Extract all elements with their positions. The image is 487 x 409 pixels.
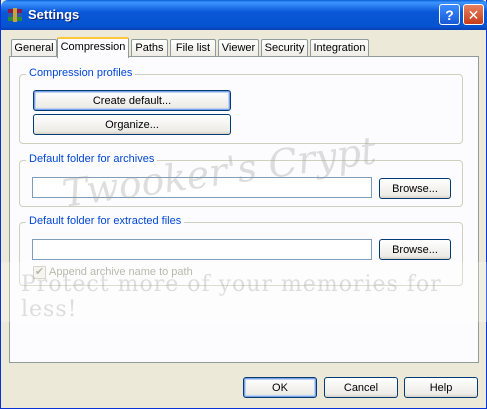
cancel-button[interactable]: Cancel <box>324 377 398 398</box>
help-title-button[interactable]: ? <box>439 4 460 25</box>
window-title: Settings <box>28 7 80 22</box>
close-button[interactable]: ✕ <box>463 4 484 25</box>
extract-browse-button[interactable]: Browse... <box>379 239 451 260</box>
checkmark-icon: ✔ <box>34 266 45 278</box>
tab-compression[interactable]: Compression <box>57 37 129 58</box>
archives-browse-button[interactable]: Browse... <box>379 178 451 199</box>
tab-file-list[interactable]: File list <box>170 39 216 57</box>
tab-general[interactable]: General <box>11 39 57 57</box>
default-archives-folder-label: Default folder for archives <box>26 153 158 165</box>
tab-integration[interactable]: Integration <box>310 39 369 57</box>
help-button[interactable]: Help <box>404 377 478 398</box>
tab-viewer[interactable]: Viewer <box>218 39 259 57</box>
winrar-app-icon <box>8 8 22 22</box>
append-name-checkbox[interactable]: ✔ <box>33 266 46 279</box>
close-icon: ✕ <box>467 6 480 23</box>
archives-folder-input[interactable] <box>32 177 372 198</box>
ok-button[interactable]: OK <box>243 377 317 398</box>
question-mark-icon: ? <box>445 6 454 23</box>
append-name-label: Append archive name to path <box>49 266 193 278</box>
default-extract-folder-label: Default folder for extracted files <box>26 215 185 227</box>
settings-window: Settings ? ✕ General Compression Paths F… <box>0 0 487 409</box>
extract-folder-input[interactable] <box>32 239 372 260</box>
tab-security[interactable]: Security <box>261 39 308 57</box>
compression-profiles-label: Compression profiles <box>26 67 136 79</box>
create-default-button[interactable]: Create default... <box>33 90 231 111</box>
compression-tab-panel: Compression profiles Create default... O… <box>9 56 479 363</box>
settings-tabs: General Compression Paths File list View… <box>9 37 479 58</box>
organize-button[interactable]: Organize... <box>33 114 231 135</box>
title-bar[interactable]: Settings ? ✕ <box>1 0 487 30</box>
tab-paths[interactable]: Paths <box>131 39 168 57</box>
